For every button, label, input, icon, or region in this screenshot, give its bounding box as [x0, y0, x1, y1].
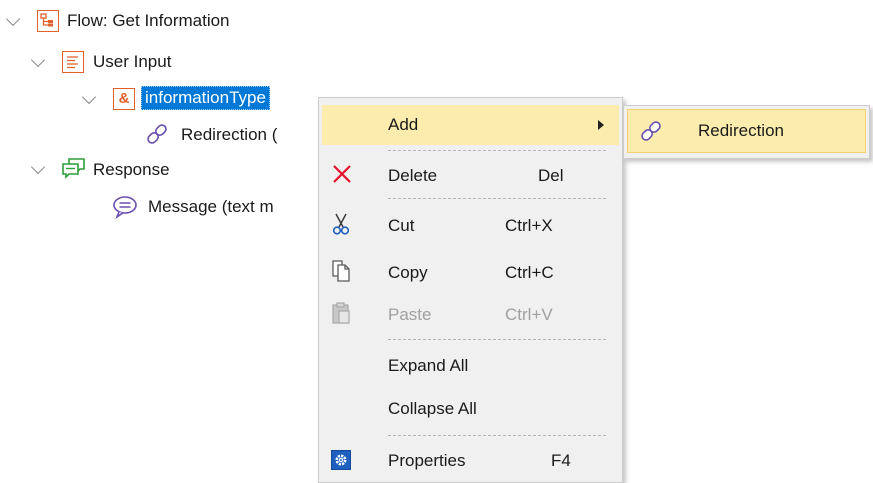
user-input-icon — [62, 51, 84, 73]
scissors-icon — [330, 212, 352, 241]
add-submenu: Redirection — [623, 105, 870, 159]
message-icon — [111, 194, 139, 225]
menu-separator — [388, 198, 606, 199]
expand-chevron-user-input[interactable] — [30, 52, 46, 68]
tree-item-flow[interactable]: Flow: Get Information — [67, 10, 230, 32]
redirection-link-icon — [638, 118, 664, 149]
variable-icon: & — [113, 88, 135, 110]
tree-item-information-type[interactable]: informationType — [141, 86, 270, 110]
menu-item-delete-shortcut: Del — [538, 166, 564, 185]
expand-chevron-response[interactable] — [30, 159, 46, 175]
submenu-arrow-icon — [598, 120, 604, 130]
tree-item-response[interactable]: Response — [93, 159, 170, 181]
menu-item-paste-label: Paste — [388, 305, 432, 324]
menu-separator — [388, 435, 606, 436]
properties-gear-icon — [331, 450, 351, 470]
context-menu: Add Delete Del Cut Ctrl+X Copy Ctrl+C Pa… — [318, 97, 623, 483]
menu-item-expand-all[interactable]: Expand All — [319, 346, 622, 384]
expand-chevron-flow[interactable] — [5, 11, 21, 27]
tree-item-message[interactable]: Message (text m — [148, 196, 274, 218]
menu-item-copy-shortcut: Ctrl+C — [505, 263, 554, 282]
menu-item-paste[interactable]: Paste Ctrl+V — [319, 295, 622, 333]
submenu-item-redirection[interactable]: Redirection — [627, 109, 866, 153]
menu-item-properties-label: Properties — [388, 451, 466, 470]
menu-item-properties[interactable]: Properties F4 — [319, 441, 622, 479]
menu-item-copy[interactable]: Copy Ctrl+C — [319, 253, 622, 291]
menu-item-add-label: Add — [388, 115, 419, 134]
variable-icon-symbol: & — [118, 90, 130, 107]
submenu-item-redirection-label: Redirection — [698, 121, 784, 140]
menu-separator — [388, 150, 606, 151]
menu-item-delete-label: Delete — [388, 166, 438, 185]
menu-separator — [388, 339, 606, 340]
tree-item-user-input[interactable]: User Input — [93, 51, 171, 73]
paste-icon — [330, 301, 352, 330]
delete-icon — [331, 163, 353, 190]
menu-item-paste-shortcut: Ctrl+V — [505, 305, 553, 324]
redirection-link-icon — [144, 121, 170, 152]
menu-item-add[interactable]: Add — [322, 105, 619, 145]
menu-item-cut-label: Cut — [388, 216, 415, 235]
menu-item-cut[interactable]: Cut Ctrl+X — [319, 206, 622, 244]
menu-item-properties-shortcut: F4 — [551, 451, 571, 470]
menu-item-copy-label: Copy — [388, 263, 428, 282]
menu-item-collapse-all[interactable]: Collapse All — [319, 389, 622, 427]
response-icon — [60, 156, 88, 187]
expand-chevron-information-type[interactable] — [81, 89, 97, 105]
menu-item-delete[interactable]: Delete Del — [319, 156, 622, 194]
flow-icon — [37, 10, 59, 32]
menu-item-collapse-all-label: Collapse All — [388, 399, 477, 418]
menu-item-expand-all-label: Expand All — [388, 356, 469, 375]
copy-icon — [330, 259, 352, 288]
menu-item-cut-shortcut: Ctrl+X — [505, 216, 553, 235]
tree-item-redirection[interactable]: Redirection ( — [181, 124, 277, 146]
